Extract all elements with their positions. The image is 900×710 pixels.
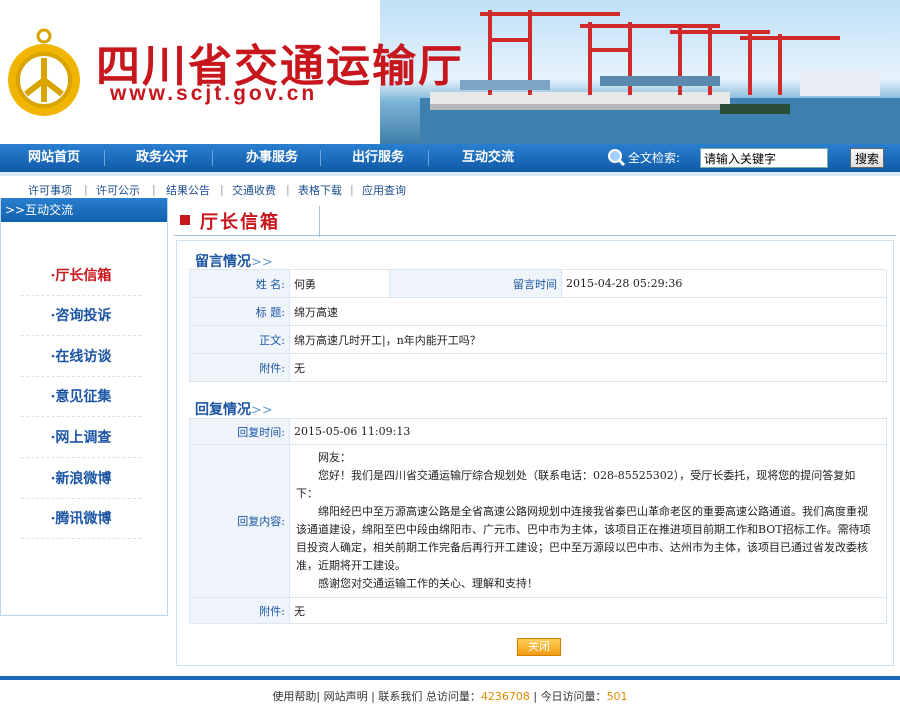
nav-item-services[interactable]: 办事服务	[246, 144, 298, 172]
table-row: 姓 名: 何勇 留言时间 2015-04-28 05:29:36	[189, 269, 887, 298]
subject-value: 绵万高速	[289, 297, 887, 326]
footer-help-link[interactable]: 使用帮助	[272, 690, 316, 703]
site-banner: 四川省交通运输厅 www.scjt.gov.cn	[0, 0, 900, 144]
message-section-title: 留言情况>>	[195, 251, 273, 271]
nav-item-interaction[interactable]: 互动交流	[462, 144, 514, 172]
sub-nav: 许可事项 | 许可公示 | 结果公告 | 交通收费 | 表格下载 | 应用查询	[0, 172, 900, 198]
body-label: 正文:	[189, 325, 290, 354]
page-title: 厅长信箱	[200, 212, 280, 233]
footer-contact-link[interactable]: 联系我们	[378, 690, 422, 703]
nav-item-gov-affairs[interactable]: 政务公开	[136, 144, 188, 172]
reply-time-label: 回复时间:	[189, 418, 290, 445]
message-time-value: 2015-04-28 05:29:36	[561, 269, 887, 298]
reply-time-value: 2015-05-06 11:09:13	[289, 418, 887, 445]
reply-attach-value: 无	[289, 597, 887, 624]
message-attach-label: 附件:	[189, 353, 290, 382]
reply-paragraph: 绵阳经巴中至万源高速公路是全省高速公路网规划中连接我省秦巴山革命老区的重要高速公…	[296, 505, 871, 572]
site-url: www.scjt.gov.cn	[110, 82, 318, 105]
body-value: 绵万高速几时开工|，n年内能开工吗？	[289, 325, 887, 354]
table-row: 附件: 无	[189, 353, 887, 382]
sidebar-item-online-interview[interactable]: ·在线访谈	[21, 337, 141, 377]
subnav-item-app-query[interactable]: 应用查询	[362, 182, 406, 198]
sidebar-item-tencent-weibo[interactable]: ·腾讯微博	[21, 499, 141, 539]
reply-closing: 感谢您对交通运输工作的关心、理解和支持！	[318, 577, 538, 590]
main-nav: 网站首页 政务公开 办事服务 出行服务 互动交流 全文检索: 搜索	[0, 144, 900, 172]
search-input[interactable]	[700, 148, 828, 168]
table-row: 正文: 绵万高速几时开工|，n年内能开工吗？	[189, 325, 887, 354]
harbor-crane-illustration	[420, 10, 900, 144]
message-attach-value: 无	[289, 353, 887, 382]
reply-greeting: 网友：	[318, 451, 351, 464]
sidebar-item-director-mailbox[interactable]: ·厅长信箱	[21, 256, 141, 296]
subnav-item-result-notice[interactable]: 结果公告	[166, 182, 210, 198]
sidebar-item-opinion-collection[interactable]: ·意见征集	[21, 377, 141, 417]
close-button[interactable]: 关闭	[517, 638, 561, 656]
reply-section-title: 回复情况>>	[195, 399, 273, 419]
subnav-separator: |	[350, 183, 354, 196]
table-row: 回复内容: 网友： 您好！我们是四川省交通运输厅综合规划处（联系电话：028-8…	[189, 444, 887, 598]
message-time-label: 留言时间	[389, 269, 562, 298]
name-value: 何勇	[289, 269, 390, 298]
section-arrows: >>	[251, 403, 273, 418]
reply-attach-label: 附件:	[189, 597, 290, 624]
name-label: 姓 名:	[189, 269, 290, 298]
reply-content-label: 回复内容:	[189, 444, 290, 598]
sidebar-heading: >>互动交流	[1, 198, 167, 222]
footer-statement-link[interactable]: 网站声明	[324, 690, 368, 703]
total-visits-label: 总访问量：	[425, 690, 481, 703]
search-button[interactable]: 搜索	[850, 148, 884, 168]
nav-separator	[212, 150, 213, 166]
nav-item-travel[interactable]: 出行服务	[352, 144, 404, 172]
footer-separator: |	[316, 690, 321, 703]
subject-label: 标 题:	[189, 297, 290, 326]
subnav-item-toll-fees[interactable]: 交通收费	[232, 182, 276, 198]
nav-separator	[428, 150, 429, 166]
footer-separator: |	[533, 690, 538, 703]
subnav-separator: |	[220, 183, 224, 196]
subnav-separator: |	[152, 183, 156, 196]
message-table: 姓 名: 何勇 留言时间 2015-04-28 05:29:36 标 题: 绵万…	[189, 269, 887, 382]
title-square-icon	[180, 215, 190, 225]
total-visits-value: 4236708	[480, 690, 530, 703]
table-row: 标 题: 绵万高速	[189, 297, 887, 326]
page-header: 厅长信箱	[174, 206, 896, 237]
nav-separator	[104, 150, 105, 166]
today-visits-label: 今日访问量：	[540, 690, 607, 703]
subnav-item-permit-publicity[interactable]: 许可公示	[96, 182, 140, 198]
section-arrows: >>	[251, 255, 273, 270]
left-sidebar: >>互动交流 ·厅长信箱 ·咨询投诉 ·在线访谈 ·意见征集 ·网上调查 ·新浪…	[0, 198, 168, 616]
reply-section-label: 回复情况	[195, 402, 251, 418]
table-row: 回复时间: 2015-05-06 11:09:13	[189, 418, 887, 445]
today-visits-value: 501	[606, 690, 628, 703]
reply-table: 回复时间: 2015-05-06 11:09:13 回复内容: 网友： 您好！我…	[189, 418, 887, 624]
main-content: 厅长信箱 留言情况>> 姓 名: 何勇 留言时间 2015-04-28 05:2…	[174, 198, 896, 668]
search-label: 全文检索:	[628, 151, 681, 165]
subnav-separator: |	[84, 183, 88, 196]
sidebar-item-complaints[interactable]: ·咨询投诉	[21, 296, 141, 336]
nav-item-home[interactable]: 网站首页	[28, 144, 80, 172]
reply-paragraph: 您好！我们是四川省交通运输厅综合规划处（联系电话：028-85525302），受…	[296, 469, 856, 500]
nav-separator	[320, 150, 321, 166]
message-section-label: 留言情况	[195, 254, 251, 270]
subnav-item-form-download[interactable]: 表格下载	[298, 182, 342, 198]
sidebar-item-online-survey[interactable]: ·网上调查	[21, 418, 141, 458]
table-row: 附件: 无	[189, 597, 887, 624]
footer-separator: |	[367, 690, 375, 703]
reply-content: 网友： 您好！我们是四川省交通运输厅综合规划处（联系电话：028-8552530…	[289, 444, 887, 598]
emblem-logo-icon	[8, 28, 80, 116]
mail-detail-panel: 留言情况>> 姓 名: 何勇 留言时间 2015-04-28 05:29:36 …	[176, 240, 894, 666]
sidebar-item-sina-weibo[interactable]: ·新浪微博	[21, 459, 141, 499]
footer-divider	[0, 676, 900, 680]
subnav-item-permit-items[interactable]: 许可事项	[28, 182, 72, 198]
footer: 使用帮助| 网站声明 | 联系我们 总访问量：4236708 | 今日访问量：5…	[0, 684, 900, 710]
search-icon	[608, 149, 626, 167]
subnav-separator: |	[286, 183, 290, 196]
